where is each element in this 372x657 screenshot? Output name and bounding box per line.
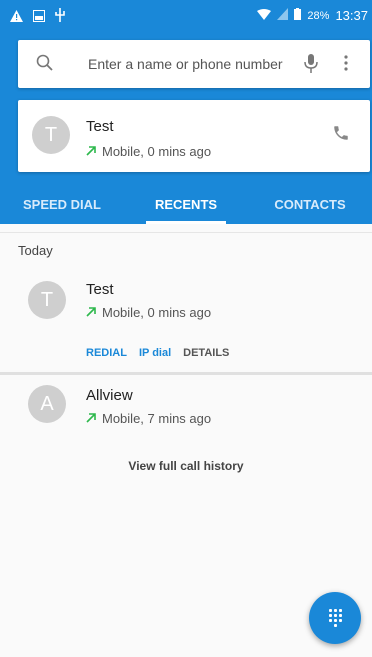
battery-icon: [294, 8, 302, 23]
contact-name: Test: [86, 281, 114, 298]
outgoing-call-arrow-icon: [86, 411, 96, 426]
outgoing-call-arrow-icon: [86, 144, 96, 159]
divider: [0, 372, 372, 375]
alert-triangle-icon: [10, 9, 23, 27]
clock: 13:37: [335, 8, 368, 23]
search-icon[interactable]: [36, 54, 54, 77]
no-sim-icon: [277, 8, 289, 23]
list-item[interactable]: T Test Mobile, 0 mins ago REDIAL IP dial…: [0, 275, 372, 370]
list-item[interactable]: A Allview Mobile, 7 mins ago: [0, 385, 372, 435]
call-info: Mobile, 0 mins ago: [86, 144, 211, 159]
recent-contact-card[interactable]: T Test Mobile, 0 mins ago: [18, 100, 370, 172]
call-info: Mobile, 0 mins ago: [86, 305, 211, 320]
microphone-icon[interactable]: [304, 54, 318, 79]
call-info-text: Mobile, 0 mins ago: [102, 305, 212, 320]
contact-name: Allview: [86, 387, 133, 404]
section-header-today: Today: [18, 243, 53, 258]
status-bar: 28% 13:37: [0, 0, 372, 32]
phone-icon[interactable]: [332, 124, 350, 147]
call-actions: REDIAL IP dial DETAILS: [86, 347, 229, 359]
image-icon: [33, 9, 45, 27]
usb-icon: [55, 8, 65, 27]
battery-percent: 28%: [307, 9, 330, 22]
dialpad-button[interactable]: [309, 592, 361, 644]
avatar: A: [28, 385, 66, 423]
divider: [0, 232, 372, 233]
search-input[interactable]: Enter a name or phone number: [88, 56, 283, 72]
ip-dial-button[interactable]: IP dial: [139, 347, 171, 359]
redial-button[interactable]: REDIAL: [86, 347, 127, 359]
call-info: Mobile, 7 mins ago: [86, 411, 211, 426]
tab-bar: SPEED DIAL RECENTS CONTACTS: [0, 185, 372, 224]
wifi-icon: [257, 8, 272, 23]
details-button[interactable]: DETAILS: [183, 347, 229, 359]
avatar: T: [32, 116, 70, 154]
more-options-icon[interactable]: [344, 54, 348, 77]
view-full-call-history-link[interactable]: View full call history: [0, 459, 372, 473]
tab-contacts[interactable]: CONTACTS: [248, 185, 372, 224]
outgoing-call-arrow-icon: [86, 305, 96, 320]
tab-recents[interactable]: RECENTS: [124, 185, 248, 224]
tab-speed-dial[interactable]: SPEED DIAL: [0, 185, 124, 224]
contact-name: Test: [86, 118, 114, 135]
call-info-text: Mobile, 0 mins ago: [102, 144, 212, 159]
search-bar[interactable]: Enter a name or phone number: [18, 40, 370, 88]
avatar: T: [28, 281, 66, 319]
call-info-text: Mobile, 7 mins ago: [102, 411, 212, 426]
dialpad-icon: [328, 609, 342, 627]
